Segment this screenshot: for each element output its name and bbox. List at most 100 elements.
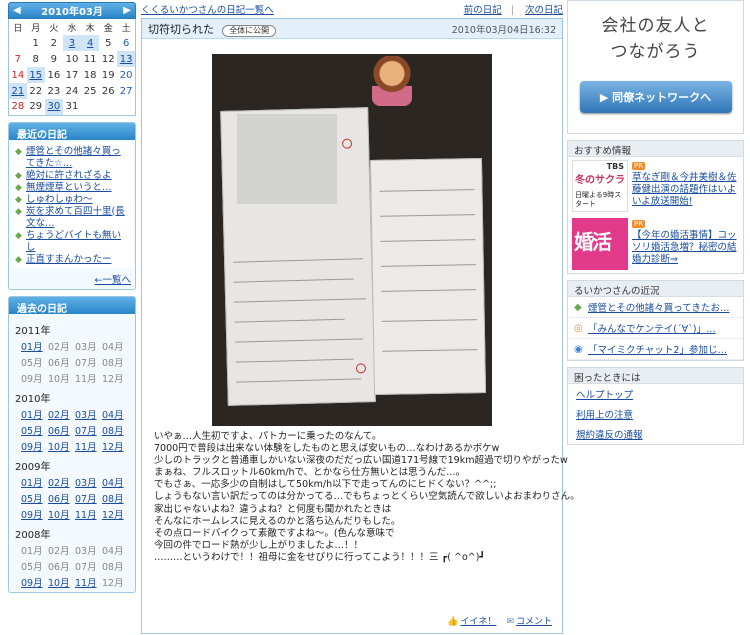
calendar-day[interactable]: 30 (44, 99, 63, 115)
calendar-day-link[interactable]: 4 (87, 38, 93, 49)
pencil-icon: ◆ (15, 170, 22, 181)
past-month-link[interactable]: 01月 (21, 407, 48, 421)
recent-diary-link[interactable]: 炭を求めて百四十里(長文な… (26, 206, 129, 230)
pencil-icon: ◆ (574, 301, 582, 313)
calendar-day (81, 99, 99, 115)
status-link[interactable]: 「みんなでケンテイ(´∀`)」… (588, 321, 716, 335)
iine-link[interactable]: イイネ！ (460, 617, 496, 627)
past-month-link[interactable]: 02月 (48, 407, 75, 421)
past-month-link[interactable]: 02月 (48, 475, 75, 489)
top-navigation: くくるいかつさんの日記一覧へ 前の日記 | 次の日記 (141, 2, 563, 16)
status-list: ◆ 煙管とその他諸々買ってきたお… ◎ 「みんなでケンテイ(´∀`)」… ◉ 「マイミクチ… (568, 297, 743, 360)
list-item[interactable]: ◆ 無煙煙草というと… (15, 182, 129, 194)
status-link[interactable]: 煙管とその他諸々買ってきたお… (588, 300, 729, 314)
recommend-item[interactable]: TBS 冬のサクラ 日曜よる9時スタート PR 草なぎ剛＆今井美樹＆佐藤健出演の… (568, 157, 743, 215)
calendar-day: 20 (119, 69, 133, 81)
past-month-link[interactable]: 10月 (48, 439, 75, 453)
calendar-dow: 金 (103, 23, 113, 34)
colleague-network-button[interactable]: ▶ 同僚ネットワークへ (579, 81, 732, 113)
status-link[interactable]: 「マイミクチャット2」参加じ… (588, 342, 727, 356)
past-year: 2010年 (15, 393, 51, 405)
help-link[interactable]: 規約違反の通報 (576, 430, 643, 441)
calendar-day-link[interactable]: 30 (47, 101, 60, 112)
past-month-link[interactable]: 10月 (48, 575, 75, 589)
recent-diary-link[interactable]: ちょうどバイトも無いし (26, 230, 129, 254)
past-month-link[interactable]: 06月 (48, 423, 75, 437)
help-link[interactable]: 利用上の注意 (576, 410, 633, 421)
past-month-link[interactable]: 07月 (75, 491, 102, 505)
calendar-day-link[interactable]: 15 (29, 70, 42, 81)
promo-box: 会社の友人と つながろう ▶ 同僚ネットワークへ (567, 0, 744, 134)
past-month-link[interactable]: 07月 (75, 423, 102, 437)
post-body-line: 7000円で普段は出来ない体験をしたものと思えば安いもの…なわけあるかボケw (154, 443, 500, 455)
past-month-link[interactable]: 06月 (48, 491, 75, 505)
list-item[interactable]: ◆ 煙管とその他諸々買ってきた☆… (15, 146, 129, 170)
recommend-link-drama[interactable]: 草なぎ剛＆今井美樹＆佐藤健出演の話題作はいよいよ放送開始! (632, 172, 737, 207)
next-diary-link[interactable]: 次の日記 (525, 5, 563, 16)
prev-diary-link[interactable]: 前の日記 (464, 5, 502, 16)
status-item[interactable]: ◉ 「マイミクチャット2」参加じ… (568, 339, 743, 360)
past-month-link[interactable]: 05月 (21, 491, 48, 505)
recent-more-link[interactable]: ←一覧へ (95, 275, 131, 286)
status-item[interactable]: ◆ 煙管とその他諸々買ってきたお… (568, 297, 743, 318)
ticket-document-right (369, 158, 487, 395)
past-month-link[interactable]: 11月 (75, 575, 102, 589)
past-month-link[interactable]: 12月 (102, 439, 129, 453)
past-month-link[interactable]: 08月 (102, 423, 129, 437)
recommend-link-konkatsu[interactable]: 【今年の婚活事情】コッソリ婚活急増？秘密の結婚力診断⇒ (632, 230, 737, 265)
help-link[interactable]: ヘルプトップ (576, 390, 633, 401)
calendar-day: 27 (119, 85, 133, 97)
past-month-link[interactable]: 04月 (102, 407, 129, 421)
past-month-link[interactable]: 11月 (75, 507, 102, 521)
comment-link[interactable]: コメント (516, 617, 552, 627)
past-month-link[interactable]: 09月 (21, 439, 48, 453)
calendar-day-link[interactable]: 13 (120, 54, 133, 65)
recent-diary-link[interactable]: 絶対に許されざるよ (26, 170, 112, 182)
past-month-link[interactable]: 09月 (21, 507, 48, 521)
calendar-day[interactable]: 4 (81, 35, 100, 51)
past-month-link[interactable]: 03月 (75, 475, 102, 489)
list-item[interactable]: ◆ 絶対に許されざるよ (15, 170, 129, 182)
status-item[interactable]: ◎ 「みんなでケンテイ(´∀`)」… (568, 318, 743, 339)
arrow-left-icon[interactable]: ◀ (13, 5, 21, 16)
past-month-link[interactable]: 05月 (21, 423, 48, 437)
calendar-day[interactable]: 21 (8, 83, 27, 99)
recent-diary-link[interactable]: しゅわしゅわ〜 (26, 194, 93, 206)
past-month-link[interactable]: 11月 (75, 439, 102, 453)
calendar-day: 11 (83, 53, 97, 65)
past-month-link[interactable]: 01月 (21, 475, 48, 489)
past-month-link[interactable]: 12月 (102, 507, 129, 521)
list-item[interactable]: ◆ しゅわしゅわ〜 (15, 194, 129, 206)
calendar-day[interactable]: 3 (62, 35, 82, 51)
calendar-day[interactable]: 15 (26, 67, 45, 83)
list-item[interactable]: ◆ 正直すまんかったー (15, 254, 129, 266)
past-month-link[interactable]: 01月 (21, 339, 48, 353)
recent-diary-link[interactable]: 無煙煙草というと… (26, 182, 112, 194)
past-month-link[interactable]: 03月 (75, 407, 102, 421)
recent-diary-title: 最近の日記 (9, 122, 135, 141)
drama-ad-image[interactable]: TBS 冬のサクラ 日曜よる9時スタート (572, 160, 628, 212)
past-month-link[interactable]: 10月 (48, 507, 75, 521)
back-to-list-link[interactable]: くくるいかつさんの日記一覧へ (141, 2, 274, 16)
konkatsu-ad-image[interactable]: 婚活 (572, 218, 628, 270)
list-item[interactable]: ◆ ちょうどバイトも無いし (15, 230, 129, 254)
past-month: 04月 (102, 341, 124, 353)
recommend-item[interactable]: 婚活 PR 【今年の婚活事情】コッソリ婚活急増？秘密の結婚力診断⇒ (568, 215, 743, 273)
calendar-day-link[interactable]: 21 (11, 86, 24, 97)
pr-badge: PR (632, 162, 646, 170)
past-month-link[interactable]: 09月 (21, 575, 48, 589)
calendar-day: 5 (105, 37, 112, 49)
recent-diary-link[interactable]: 煙管とその他諸々買ってきた☆… (26, 146, 129, 170)
past-month-link[interactable]: 08月 (102, 491, 129, 505)
post-date: 2010年03月04日16:32 (451, 24, 556, 36)
calendar-day: 10 (65, 53, 79, 65)
past-month-link[interactable]: 04月 (102, 475, 129, 489)
post-body-line: 少しのトラックと普通車しかいない深夜のだだっ広い国道171号線で19km超過で切… (154, 455, 568, 467)
calendar-day[interactable]: 13 (117, 51, 136, 67)
recent-diary-link[interactable]: 正直すまんかったー (26, 254, 112, 266)
arrow-right-icon[interactable]: ▶ (123, 5, 131, 16)
calendar-day (99, 99, 117, 115)
calendar-day-link[interactable]: 3 (69, 38, 75, 49)
post-photo[interactable] (212, 54, 492, 426)
list-item[interactable]: ◆ 炭を求めて百四十里(長文な… (15, 206, 129, 230)
